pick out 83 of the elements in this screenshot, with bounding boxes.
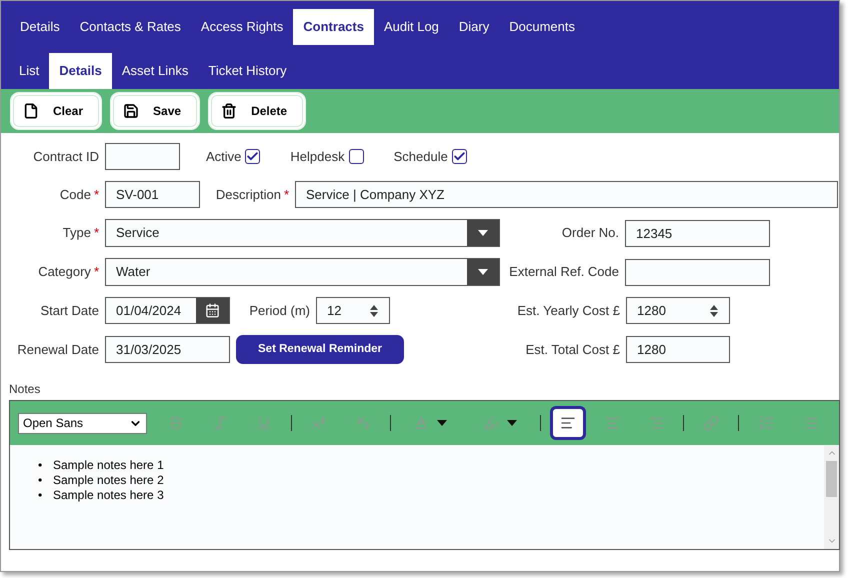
field-label: Est. Yearly Cost £ bbox=[517, 302, 620, 320]
tab[interactable]: Details bbox=[10, 9, 70, 45]
italic-icon bbox=[212, 415, 228, 431]
check-icon bbox=[452, 150, 466, 163]
highlight-icon bbox=[483, 415, 500, 431]
tab[interactable]: Ticket History bbox=[198, 53, 297, 89]
align-right-icon bbox=[648, 415, 664, 431]
field-label: Type bbox=[62, 224, 91, 242]
field-label: Code bbox=[60, 186, 91, 204]
tab[interactable]: List bbox=[9, 53, 50, 89]
ordered-list-icon bbox=[758, 415, 774, 431]
required-mark: * bbox=[284, 186, 289, 204]
checkbox[interactable] bbox=[245, 149, 260, 164]
underline-icon bbox=[256, 415, 272, 431]
field-label: Start Date bbox=[40, 302, 99, 320]
tab[interactable]: Documents bbox=[499, 9, 585, 45]
checkbox-label: Helpdesk bbox=[290, 148, 345, 166]
toolbar-button[interactable]: Clear bbox=[11, 93, 102, 129]
link-icon bbox=[703, 415, 720, 431]
number-field[interactable]: 1280 bbox=[626, 297, 730, 324]
set-reminder-button[interactable]: Set Renewal Reminder bbox=[236, 335, 404, 364]
bullet: • bbox=[38, 458, 44, 473]
subscript-icon bbox=[354, 415, 371, 431]
bullet: • bbox=[38, 473, 44, 488]
input-field[interactable]: Service | Company XYZ bbox=[295, 181, 838, 208]
tab[interactable]: Diary bbox=[448, 9, 500, 45]
dropdown[interactable]: Service bbox=[105, 219, 500, 247]
input-field[interactable]: SV-001 bbox=[105, 181, 200, 208]
check-icon bbox=[246, 150, 260, 163]
tab[interactable]: Details bbox=[49, 53, 112, 89]
field-label: Order No. bbox=[562, 224, 619, 242]
tab[interactable]: Contracts bbox=[293, 9, 374, 45]
calendar-icon bbox=[205, 303, 220, 318]
note-item: Sample notes here 1 bbox=[53, 458, 164, 473]
tab[interactable]: Contacts & Rates bbox=[70, 9, 191, 45]
input-field[interactable] bbox=[105, 143, 180, 170]
required-mark: * bbox=[94, 186, 99, 204]
checkbox-label: Schedule bbox=[394, 148, 448, 166]
input-field[interactable] bbox=[625, 258, 770, 286]
toolbar-button[interactable]: Delete bbox=[209, 93, 306, 129]
notes-label: Notes bbox=[9, 381, 42, 398]
align-left-icon bbox=[560, 415, 576, 431]
number-field[interactable]: 12 bbox=[316, 297, 390, 324]
checkbox[interactable] bbox=[452, 149, 467, 164]
caret-icon bbox=[478, 269, 488, 275]
checkbox-label: Active bbox=[206, 148, 242, 166]
checkbox[interactable] bbox=[348, 149, 364, 164]
file-icon bbox=[23, 103, 39, 119]
caret-icon bbox=[478, 230, 488, 236]
trash-icon bbox=[221, 103, 238, 119]
align-left-button[interactable] bbox=[550, 406, 586, 440]
input-field[interactable]: 31/03/2025 bbox=[105, 336, 230, 363]
spinner-icon[interactable] bbox=[369, 304, 379, 318]
align-center-icon bbox=[604, 415, 620, 431]
input-field[interactable]: 12345 bbox=[625, 220, 770, 246]
bullet-list-icon bbox=[802, 415, 818, 431]
note-item: Sample notes here 3 bbox=[53, 488, 164, 503]
required-mark: * bbox=[94, 224, 99, 242]
caret-icon bbox=[507, 420, 518, 426]
tab[interactable]: Access Rights bbox=[190, 9, 294, 45]
field-label: Renewal Date bbox=[17, 340, 99, 359]
field-label: Contract ID bbox=[33, 148, 99, 166]
dropdown[interactable]: Water bbox=[105, 258, 500, 286]
tab[interactable]: Audit Log bbox=[374, 9, 449, 45]
date-field[interactable]: 01/04/2024 bbox=[105, 297, 230, 324]
required-mark: * bbox=[94, 263, 99, 282]
save-icon bbox=[123, 103, 140, 119]
font-select[interactable]: Open Sans bbox=[18, 412, 147, 434]
bullet: • bbox=[38, 488, 44, 503]
tab[interactable]: Asset Links bbox=[112, 53, 198, 89]
text-color-icon bbox=[413, 415, 430, 431]
field-label: External Ref. Code bbox=[509, 263, 619, 282]
field-label: Period (m) bbox=[249, 302, 310, 320]
field-label: Description bbox=[216, 186, 281, 204]
note-item: Sample notes here 2 bbox=[53, 473, 164, 488]
field-label: Est. Total Cost £ bbox=[526, 340, 620, 359]
scrollbar[interactable] bbox=[824, 445, 839, 549]
field-label: Category bbox=[38, 263, 91, 282]
spinner-icon[interactable] bbox=[709, 304, 719, 318]
input-field[interactable]: 1280 bbox=[626, 336, 730, 363]
caret-icon bbox=[437, 420, 448, 426]
toolbar-button[interactable]: Save bbox=[111, 93, 200, 129]
superscript-icon bbox=[310, 415, 327, 431]
